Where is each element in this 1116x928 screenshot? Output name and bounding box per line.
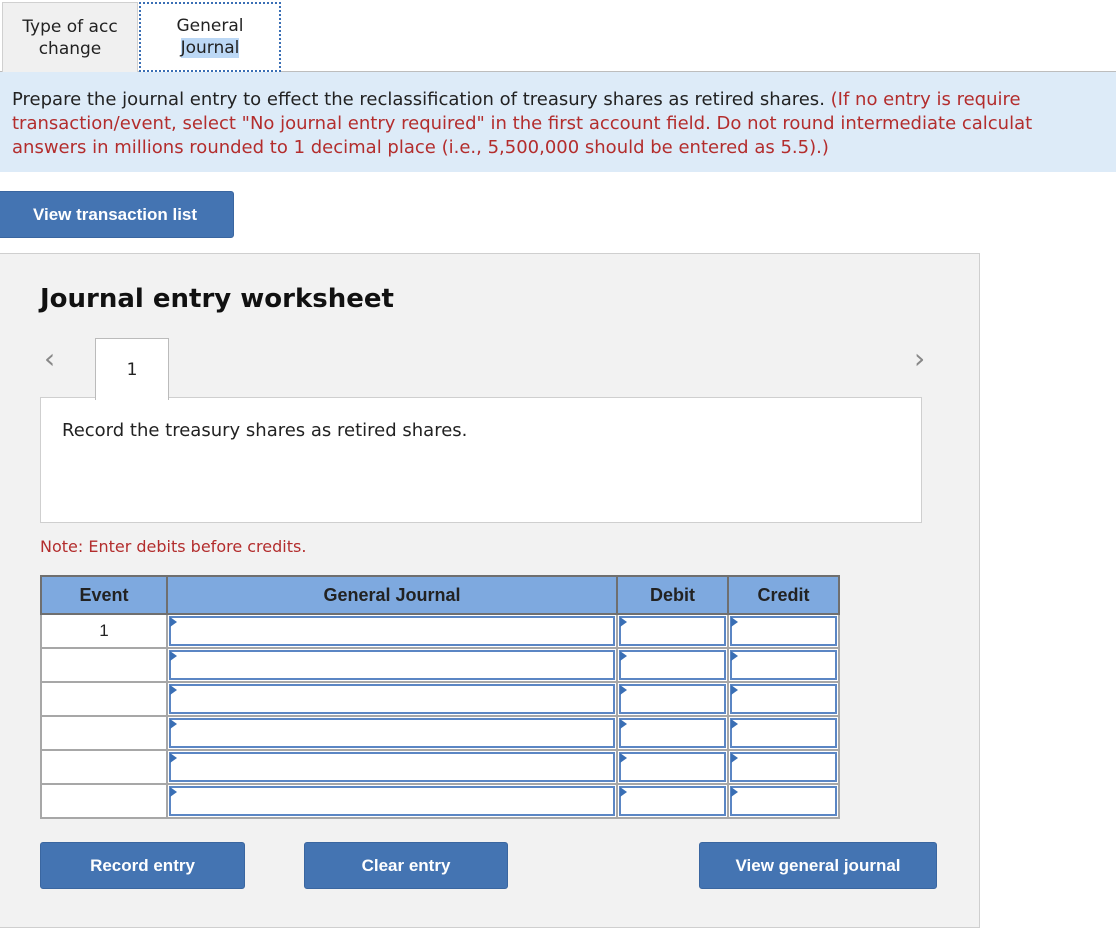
- header-credit: Credit: [727, 575, 840, 615]
- account-select[interactable]: [169, 718, 615, 748]
- account-select[interactable]: [169, 616, 615, 646]
- event-cell: [40, 647, 168, 683]
- tab-label-line1: General: [176, 16, 244, 36]
- table-row: 1: [40, 613, 840, 649]
- credit-input-cell: [727, 613, 840, 649]
- debit-input-cell: [616, 613, 729, 649]
- dropdown-indicator-icon: [620, 753, 627, 763]
- event-cell: [40, 749, 168, 785]
- tab-label-line2: Journal: [180, 38, 240, 58]
- header-debit: Debit: [616, 575, 729, 615]
- event-cell: [40, 715, 168, 751]
- dropdown-indicator-icon: [620, 617, 627, 627]
- credit-input[interactable]: [730, 650, 837, 680]
- account-select-cell: [166, 681, 618, 717]
- table-row: [40, 749, 840, 785]
- debit-input[interactable]: [619, 752, 726, 782]
- dropdown-indicator-icon: [620, 719, 627, 729]
- event-tab-1[interactable]: 1: [95, 338, 169, 400]
- clear-entry-button[interactable]: Clear entry: [304, 842, 508, 889]
- dropdown-indicator-icon: [620, 651, 627, 661]
- credit-input-cell: [727, 783, 840, 819]
- chevron-right-icon[interactable]: ›: [914, 342, 925, 375]
- debit-input-cell: [616, 749, 729, 785]
- debit-input-cell: [616, 783, 729, 819]
- debits-before-credits-note: Note: Enter debits before credits.: [40, 537, 307, 556]
- record-entry-button[interactable]: Record entry: [40, 842, 245, 889]
- event-description: Record the treasury shares as retired sh…: [40, 397, 922, 523]
- account-select-cell: [166, 715, 618, 751]
- dropdown-indicator-icon: [620, 685, 627, 695]
- instruction-note-line2: transaction/event, select "No journal en…: [12, 113, 1033, 134]
- dropdown-indicator-icon: [170, 651, 177, 661]
- table-row: [40, 715, 840, 751]
- dropdown-indicator-icon: [620, 787, 627, 797]
- debit-input[interactable]: [619, 718, 726, 748]
- debit-input[interactable]: [619, 616, 726, 646]
- account-select[interactable]: [169, 752, 615, 782]
- dropdown-indicator-icon: [731, 753, 738, 763]
- view-general-journal-button[interactable]: View general journal: [699, 842, 937, 889]
- debit-input-cell: [616, 647, 729, 683]
- dropdown-indicator-icon: [170, 787, 177, 797]
- table-header-row: Event General Journal Debit Credit: [40, 575, 840, 615]
- account-select[interactable]: [169, 684, 615, 714]
- dropdown-indicator-icon: [170, 719, 177, 729]
- dropdown-indicator-icon: [731, 787, 738, 797]
- tab-type-of-accounting-change[interactable]: Type of acc change: [2, 2, 138, 72]
- dropdown-indicator-icon: [731, 719, 738, 729]
- dropdown-indicator-icon: [731, 617, 738, 627]
- debit-input[interactable]: [619, 786, 726, 816]
- debit-input-cell: [616, 681, 729, 717]
- journal-entry-worksheet-panel: Journal entry worksheet ‹ › 1 Record the…: [0, 253, 980, 928]
- credit-input[interactable]: [730, 616, 837, 646]
- instruction-note-line3: answers in millions rounded to 1 decimal…: [12, 137, 829, 158]
- dropdown-indicator-icon: [731, 685, 738, 695]
- debit-input[interactable]: [619, 650, 726, 680]
- instruction-main-text: Prepare the journal entry to effect the …: [12, 89, 825, 110]
- account-select-cell: [166, 613, 618, 649]
- table-row: [40, 647, 840, 683]
- credit-input-cell: [727, 647, 840, 683]
- event-cell: [40, 681, 168, 717]
- dropdown-indicator-icon: [731, 651, 738, 661]
- chevron-left-icon[interactable]: ‹: [44, 342, 55, 375]
- account-select-cell: [166, 647, 618, 683]
- credit-input-cell: [727, 715, 840, 751]
- table-row: [40, 783, 840, 819]
- dropdown-indicator-icon: [170, 617, 177, 627]
- header-general-journal: General Journal: [166, 575, 618, 615]
- credit-input-cell: [727, 681, 840, 717]
- event-cell: 1: [40, 613, 168, 649]
- dropdown-indicator-icon: [170, 753, 177, 763]
- credit-input-cell: [727, 749, 840, 785]
- event-cell: [40, 783, 168, 819]
- credit-input[interactable]: [730, 752, 837, 782]
- tab-strip: Type of acc change General Journal: [0, 0, 1116, 72]
- account-select-cell: [166, 749, 618, 785]
- tab-label-line2: change: [38, 38, 102, 59]
- credit-input[interactable]: [730, 786, 837, 816]
- debit-input-cell: [616, 715, 729, 751]
- credit-input[interactable]: [730, 684, 837, 714]
- table-row: [40, 681, 840, 717]
- journal-entry-table: Event General Journal Debit Credit 1: [40, 575, 840, 819]
- credit-input[interactable]: [730, 718, 837, 748]
- instruction-note-text: (If no entry is require: [824, 89, 1021, 110]
- dropdown-indicator-icon: [170, 685, 177, 695]
- tab-general-journal[interactable]: General Journal: [139, 2, 281, 72]
- debit-input[interactable]: [619, 684, 726, 714]
- account-select-cell: [166, 783, 618, 819]
- view-transaction-list-button[interactable]: View transaction list: [0, 191, 234, 238]
- account-select[interactable]: [169, 650, 615, 680]
- account-select[interactable]: [169, 786, 615, 816]
- tab-label-line1: Type of acc: [22, 16, 118, 37]
- worksheet-title: Journal entry worksheet: [40, 284, 394, 314]
- instructions-panel: Prepare the journal entry to effect the …: [0, 72, 1116, 172]
- header-event: Event: [40, 575, 168, 615]
